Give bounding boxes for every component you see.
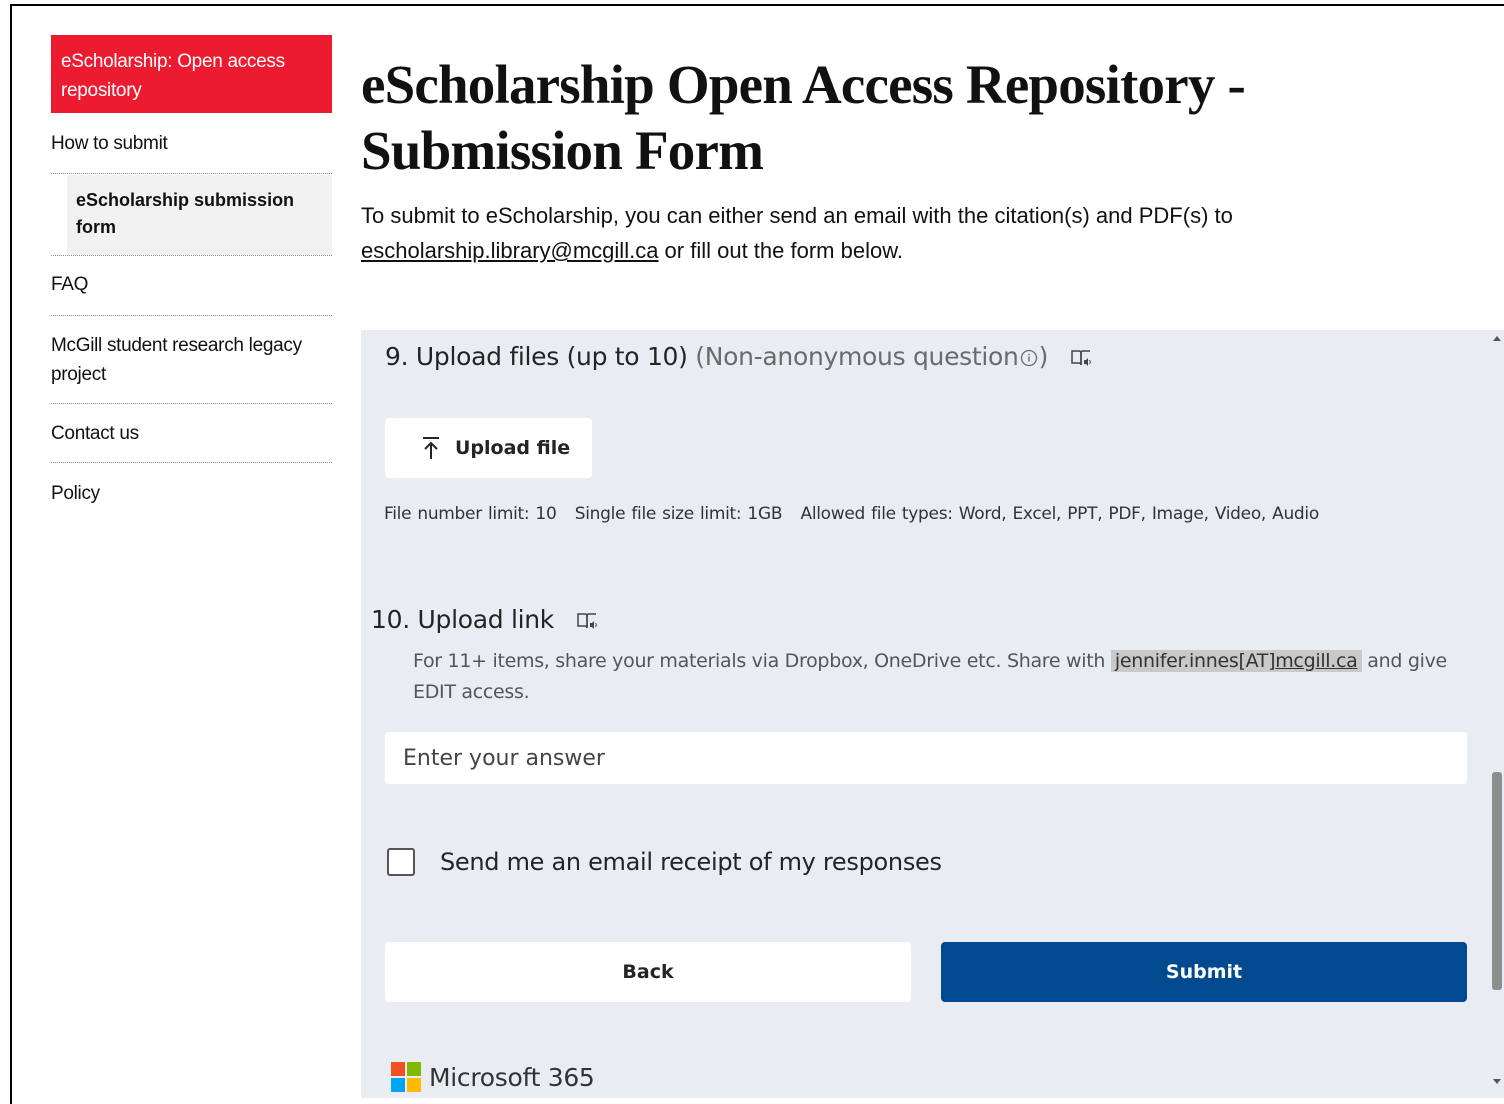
back-button[interactable]: Back [385, 942, 911, 1002]
sidebar-nav: eScholarship: Open access repository How… [51, 35, 332, 504]
scroll-down-arrow-icon[interactable] [1493, 1079, 1501, 1084]
email-receipt-checkbox[interactable] [387, 848, 415, 876]
question-9-title: 9. Upload files (up to 10) (Non-anonymou… [385, 342, 1092, 371]
submit-button[interactable]: Submit [941, 942, 1467, 1002]
intro-text: To submit to eScholarship, you can eithe… [361, 198, 1461, 268]
question-9-label: 9. Upload files (up to 10) [385, 342, 688, 371]
intro-after: or fill out the form below. [658, 238, 903, 263]
sidebar-item-submission-form[interactable]: eScholarship submission form [67, 175, 332, 255]
file-limits-text: File number limit: 10 Single file size l… [384, 504, 1319, 524]
question-9-note-text: (Non-anonymous question [695, 342, 1019, 371]
question-9-note: (Non-anonymous question) [695, 342, 1048, 371]
sidebar-item-faq[interactable]: FAQ [51, 270, 332, 316]
email-receipt-label[interactable]: Send me an email receipt of my responses [440, 848, 942, 876]
email-link[interactable]: escholarship.library@mcgill.ca [361, 238, 658, 263]
sidebar-item-how-to-submit[interactable]: How to submit [51, 129, 332, 174]
intro-before: To submit to eScholarship, you can eithe… [361, 203, 1233, 228]
info-icon[interactable] [1020, 349, 1038, 367]
question-10-description: For 11+ items, share your materials via … [413, 646, 1473, 708]
upload-file-label: Upload file [455, 437, 571, 459]
upload-icon [423, 437, 439, 459]
immersive-reader-icon[interactable] [1070, 348, 1092, 368]
immersive-reader-icon[interactable] [576, 611, 598, 631]
scroll-up-arrow-icon[interactable] [1493, 336, 1501, 341]
form-scrollbar[interactable] [1490, 330, 1504, 1098]
question-9-note-close: ) [1038, 342, 1049, 371]
sidebar-divider [51, 255, 332, 256]
embedded-form: 9. Upload files (up to 10) (Non-anonymou… [361, 330, 1504, 1098]
upload-file-button[interactable]: Upload file [385, 418, 592, 478]
scrollbar-thumb[interactable] [1492, 772, 1502, 990]
upload-link-input[interactable] [385, 732, 1467, 784]
question-10-label: 10. Upload link [371, 605, 554, 634]
share-email-user: jennifer.innes[AT] [1114, 650, 1276, 672]
share-email-highlight: jennifer.innes[AT]mcgill.ca [1110, 650, 1362, 672]
microsoft-365-label: Microsoft 365 [429, 1062, 595, 1092]
sidebar-item-policy[interactable]: Policy [51, 479, 332, 508]
q10-desc-before: For 11+ items, share your materials via … [413, 650, 1111, 672]
share-email-domain-link[interactable]: mcgill.ca [1275, 650, 1358, 672]
microsoft-logo-icon [391, 1062, 421, 1092]
page-title: eScholarship Open Access Repository - Su… [361, 54, 1246, 181]
sidebar-item-contact[interactable]: Contact us [51, 419, 332, 463]
question-10-title: 10. Upload link [371, 605, 598, 634]
microsoft-365-brand: Microsoft 365 [391, 1062, 595, 1092]
sidebar-header[interactable]: eScholarship: Open access repository [51, 35, 332, 113]
sidebar-item-legacy-project[interactable]: McGill student research legacy project [51, 331, 332, 404]
email-receipt-option[interactable]: Send me an email receipt of my responses [387, 848, 942, 876]
